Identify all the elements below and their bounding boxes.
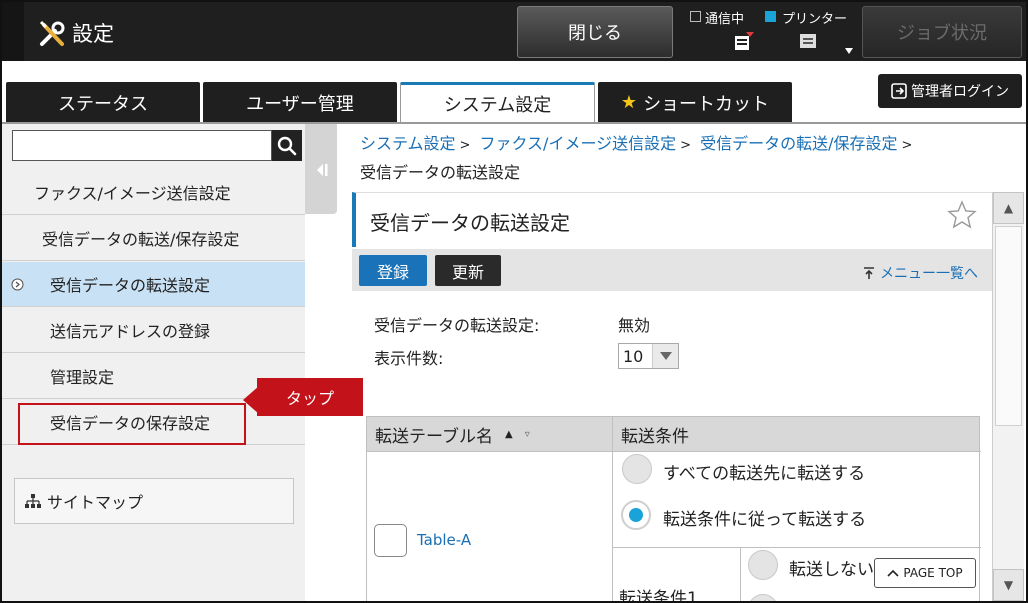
sitemap-icon <box>25 494 41 508</box>
sidebar-collapse-button[interactable] <box>305 124 337 214</box>
tab-status[interactable]: ステータス <box>6 82 200 123</box>
admin-login-label: 管理者ログイン <box>911 84 1009 100</box>
breadcrumb-link-fax[interactable]: ファクス/イメージ送信設定 <box>480 134 677 153</box>
column-header-condition: 転送条件 <box>613 417 979 451</box>
scroll-down-button[interactable]: ▼ <box>993 569 1024 601</box>
search-input[interactable] <box>12 130 272 161</box>
scroll-up-button[interactable]: ▲ <box>993 192 1024 224</box>
tab-system-settings[interactable]: システム設定 <box>400 82 595 123</box>
sitemap-button[interactable]: サイトマップ <box>14 478 294 524</box>
printer-indicator-icon <box>765 11 776 22</box>
job-status-button[interactable]: ジョブ状況 <box>862 6 1022 58</box>
forward-setting-value: 無効 <box>618 316 651 335</box>
menu-list-label: メニュー一覧へ <box>880 266 978 282</box>
close-button[interactable]: 閉じる <box>517 6 673 58</box>
breadcrumb-link-forward-store[interactable]: 受信データの転送/保存設定 <box>700 134 897 153</box>
return-icon <box>864 267 874 279</box>
settings-window: 設定 閉じる 通信中 プリンター ジョブ状況 ステータス ユーザー管理 システム… <box>0 0 1028 603</box>
tap-callout: タップ <box>257 378 363 416</box>
search-icon <box>277 136 297 155</box>
app-title: 設定 <box>72 22 114 46</box>
sitemap-label: サイトマップ <box>47 493 144 512</box>
device-status: 通信中 プリンター <box>687 6 857 58</box>
header-bar: 設定 閉じる 通信中 プリンター ジョブ状況 <box>2 2 1026 61</box>
page-top-label: PAGE TOP <box>903 566 963 580</box>
display-count-label: 表示件数: <box>374 349 444 368</box>
radio-forward-conditional-label: 転送条件に従って転送する <box>663 510 867 530</box>
radio-no-forward-label: 転送しない <box>789 560 874 580</box>
panel-header: 受信データの転送設定 <box>352 192 992 247</box>
sidebar: ファクス/イメージ送信設定 受信データの転送/保存設定 受信データの転送設定 送… <box>2 124 305 601</box>
breadcrumb-current: 受信データの転送設定 <box>360 163 521 182</box>
fax-device-icon <box>735 32 754 50</box>
tab-user-management[interactable]: ユーザー管理 <box>203 82 397 123</box>
favorite-star-icon[interactable] <box>946 199 978 231</box>
page-title: 受信データの転送設定 <box>370 211 570 235</box>
login-icon <box>891 83 907 99</box>
admin-login-button[interactable]: 管理者ログイン <box>878 74 1022 108</box>
sidebar-item-fax-image-send[interactable]: ファクス/イメージ送信設定 <box>2 170 305 215</box>
comm-indicator-icon <box>690 11 701 22</box>
update-button[interactable]: 更新 <box>435 255 501 286</box>
scrollbar[interactable]: ▲ ▼ <box>992 192 1024 601</box>
sidebar-item-sender-address[interactable]: 送信元アドレスの登録 <box>2 308 305 353</box>
tab-shortcut-label: ショートカット <box>643 93 770 115</box>
table-name-link[interactable]: Table-A <box>417 531 471 549</box>
sort-asc-icon[interactable]: ▲ <box>505 429 513 440</box>
display-count-select[interactable]: 10 <box>618 343 679 369</box>
sidebar-item-label: 受信データの転送設定 <box>50 276 211 295</box>
menu-list-link[interactable]: メニュー一覧へ <box>862 263 978 283</box>
breadcrumb: システム設定 > ファクス/イメージ送信設定 > 受信データの転送/保存設定 > 受信… <box>360 134 913 182</box>
breadcrumb-link-system[interactable]: システム設定 <box>360 134 456 153</box>
forward-setting-label: 受信データの転送設定: <box>374 316 540 335</box>
radio-forward-conditional[interactable] <box>621 500 651 530</box>
condition-1-label: 転送条件1 <box>619 589 698 603</box>
column-header-table-name[interactable]: 転送テーブル名 ▲ ▿ <box>367 417 612 451</box>
printer-label: プリンター <box>782 12 848 27</box>
printer-device-icon <box>800 34 816 48</box>
register-button[interactable]: 登録 <box>359 255 427 286</box>
table-row-checkbox[interactable] <box>374 524 407 557</box>
comm-label: 通信中 <box>705 12 745 27</box>
main-tabs: ステータス ユーザー管理 システム設定 ★ ショートカット 管理者ログイン <box>2 61 1026 123</box>
search-button[interactable] <box>272 130 302 161</box>
radio-no-forward[interactable] <box>748 550 778 580</box>
sidebar-item-received-forward-store[interactable]: 受信データの転送/保存設定 <box>2 216 305 261</box>
radio-forward-all[interactable] <box>622 454 652 484</box>
filter-icon[interactable]: ▿ <box>525 429 530 440</box>
collapse-left-icon <box>317 164 328 176</box>
sidebar-item-received-forward[interactable]: 受信データの転送設定 <box>2 262 305 307</box>
tap-highlight <box>18 403 246 445</box>
chevron-down-icon <box>652 344 678 368</box>
star-icon: ★ <box>620 92 638 113</box>
scroll-thumb[interactable] <box>995 226 1022 426</box>
chevron-up-icon <box>887 569 899 577</box>
wrench-screwdriver-icon <box>39 20 65 46</box>
current-item-icon <box>11 278 24 291</box>
page-top-button[interactable]: PAGE TOP <box>874 558 976 588</box>
radio-forward-all-label: すべての転送先に転送する <box>663 464 866 484</box>
chevron-down-icon[interactable] <box>845 48 853 54</box>
display-count-value: 10 <box>623 346 644 366</box>
tab-shortcut[interactable]: ★ ショートカット <box>598 82 792 123</box>
